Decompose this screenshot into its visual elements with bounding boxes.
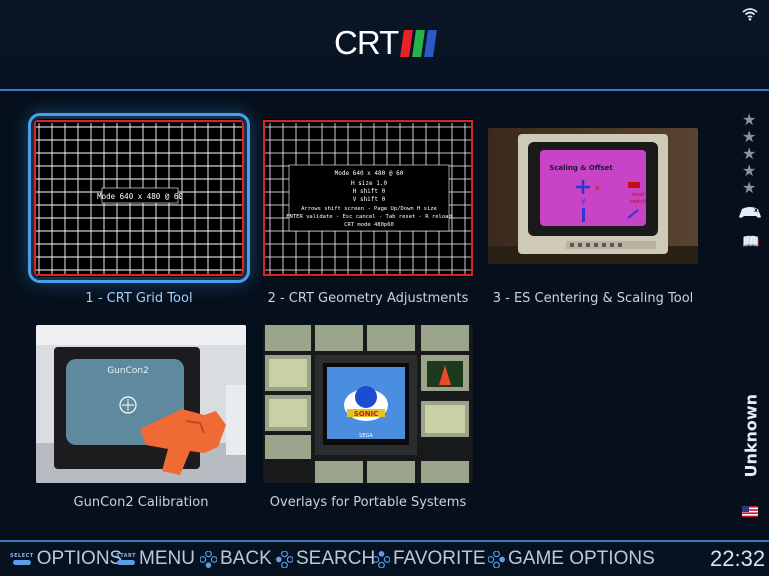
hint-favorite: FAVORITE (373, 546, 486, 572)
dpad-button-icon (200, 550, 217, 568)
rating-star-icon: ★ (742, 144, 757, 163)
hint-label: SEARCH (296, 548, 376, 569)
geometry-info-line: CRT mode 480p60 (344, 222, 394, 228)
wifi-icon (742, 8, 758, 21)
clock: 22:32 (710, 546, 766, 571)
logo-color-bars (400, 29, 440, 57)
rating-star-icon: ★ (742, 127, 757, 146)
region-text: Unknown (741, 393, 761, 478)
game-title: Overlays for Portable Systems (269, 495, 467, 510)
grid-mode-label: Mode 640 x 480 @ 60 (97, 192, 183, 201)
header-bar: CRT (0, 0, 769, 90)
hint-label: OPTIONS (36, 548, 123, 569)
help-bar: SELECT OPTIONS START MENU BACK SEARCH FA… (0, 542, 769, 576)
start-button-icon: START (116, 553, 136, 565)
rating-star-icon: ★ (742, 161, 757, 180)
rating-star-icon: ★ (742, 110, 757, 129)
logo-bar-blue (424, 29, 438, 57)
logo-text: CRT (334, 24, 399, 61)
thumbnail-crt-geometry: Mode 640 x 480 @ 60 H size 1.0 H shift 0… (263, 119, 473, 277)
geometry-info-line: H size 1.0 (351, 180, 388, 187)
select-button-icon: SELECT (10, 553, 34, 565)
thumbnail-overlays: SONIC SEGA (263, 325, 473, 483)
geometry-info-line: Mode 640 x 480 @ 60 (335, 170, 404, 177)
region-label: Unknown (737, 394, 765, 482)
hint-back: BACK (200, 546, 272, 572)
geometry-info-line: V shift 0 (353, 196, 386, 203)
scaling-y-label: y (581, 196, 586, 205)
geometry-info-line: H shift 0 (353, 188, 386, 195)
hint-options: SELECT OPTIONS (10, 546, 122, 572)
crt-logo: CRT (334, 26, 438, 60)
geometry-test-pattern: Mode 640 x 480 @ 60 H size 1.0 H shift 0… (263, 119, 473, 277)
players-count: x1 (754, 207, 762, 214)
hint-search: SEARCH (276, 546, 375, 572)
scaling-title: Scaling & Offset (549, 164, 613, 172)
select-button-label: SELECT (10, 553, 34, 559)
manual-book-icon: 📖 (742, 234, 760, 250)
scaling-switch-label: switch (630, 199, 646, 205)
dpad-button-icon (276, 550, 293, 568)
geometry-info-line: ENTER validate - Esc cancel - Tab reset … (286, 214, 452, 220)
guncon-screen-title: GunCon2 (107, 366, 149, 376)
logo-bar-red (400, 29, 414, 57)
us-flag-icon (742, 506, 758, 517)
geometry-info-line: Arrows shift screen - Page Up/Down H siz… (301, 206, 437, 212)
guncon-photo: GunCon2 (36, 325, 246, 483)
sega-logo-text: SEGA (359, 433, 373, 439)
scaling-x-label: x (595, 183, 600, 192)
hint-menu: START MENU (116, 546, 195, 572)
rating-star-icon: ★ (742, 178, 757, 197)
dpad-button-icon (488, 550, 505, 568)
thumbnail-crt-grid-tool: Mode 640 x 480 @ 60 (28, 113, 250, 283)
hint-label: MENU (139, 548, 195, 569)
gamepad-icon: x1 (739, 207, 762, 218)
scaling-reset-label: reset (632, 192, 645, 198)
hint-game-options: GAME OPTIONS (488, 546, 655, 572)
game-title: 3 - ES Centering & Scaling Tool (492, 291, 694, 306)
hint-label: BACK (220, 548, 272, 569)
overlay-collage: SONIC SEGA (263, 325, 473, 483)
game-grid: Mode 640 x 480 @ 60 1 - CRT Grid Tool Mo… (0, 91, 733, 540)
logo-bar-green (412, 29, 426, 57)
grid-test-pattern: Mode 640 x 480 @ 60 (34, 119, 244, 277)
hint-label: FAVORITE (393, 548, 486, 569)
thumbnail-guncon2: GunCon2 (36, 325, 246, 483)
hint-label: GAME OPTIONS (508, 548, 655, 569)
start-button-label: START (116, 553, 137, 559)
sonic-logo-text: SONIC (354, 410, 379, 418)
dpad-button-icon (373, 550, 390, 568)
thumbnail-es-centering: Scaling & Offset x y reset switch (488, 128, 698, 264)
crt-monitor-photo: Scaling & Offset x y reset switch (488, 128, 698, 264)
